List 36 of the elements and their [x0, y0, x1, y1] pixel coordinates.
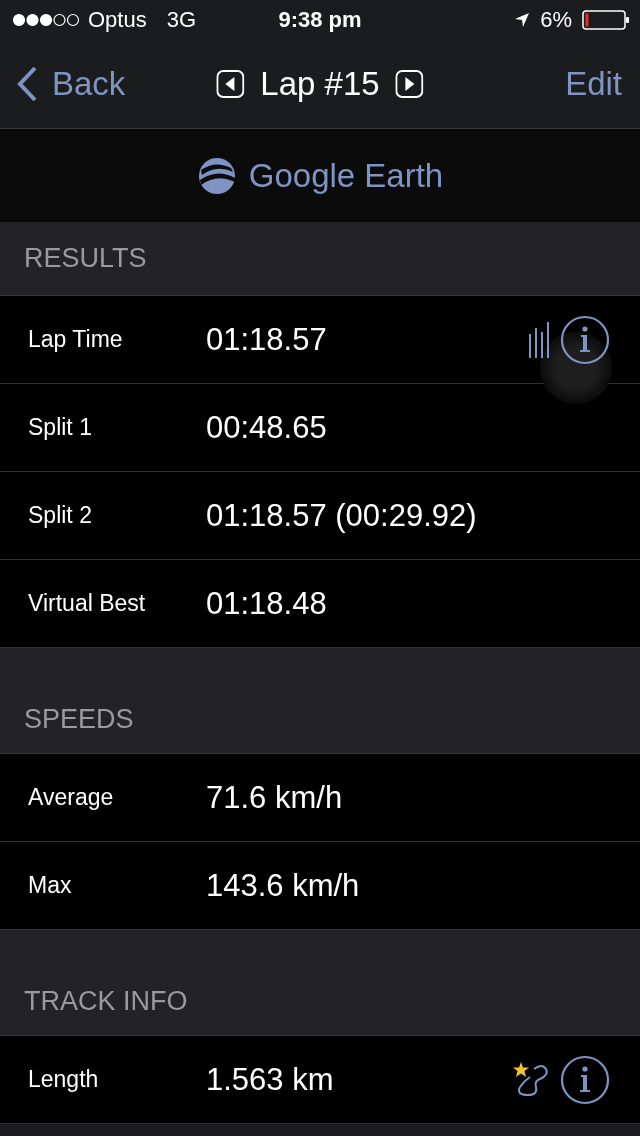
battery-icon [582, 10, 630, 30]
row-value: 143.6 km/h [206, 867, 360, 904]
battery-percent: 6% [540, 7, 572, 33]
info-icon[interactable] [560, 314, 610, 365]
section-header: TRACK INFO [24, 986, 188, 1017]
row-label: Length [27, 1066, 100, 1093]
edit-button[interactable]: Edit [565, 65, 624, 103]
row-label: Split 1 [27, 414, 93, 441]
signal-icon [12, 13, 82, 27]
row-label: Virtual Best [27, 590, 147, 617]
location-arrow-icon [514, 12, 531, 28]
globe-icon [196, 155, 237, 196]
nav-title: Lap #15 [260, 65, 380, 103]
section-header: SPEEDS [24, 704, 134, 735]
section-header: RESULTS [24, 243, 147, 274]
row-value: 01:18.57 (00:29.92) [206, 497, 477, 534]
back-chevron-icon [16, 65, 38, 103]
bar-chart-icon[interactable] [528, 321, 550, 358]
row-value: 71.6 km/h [206, 779, 343, 816]
row-label: Split 2 [27, 502, 93, 529]
carrier-name: Optus [88, 7, 147, 33]
info-icon[interactable] [560, 1054, 610, 1105]
row-label: Max [27, 872, 73, 899]
row-value: 00:48.65 [206, 409, 327, 446]
back-button[interactable]: Back [16, 65, 126, 103]
row-value: 1.563 km [206, 1061, 334, 1098]
row-label: Average [27, 784, 115, 811]
row-value: 01:18.48 [206, 585, 327, 622]
network-type: 3G [166, 7, 197, 33]
google-earth-link[interactable]: Google Earth [196, 155, 444, 196]
track-map-icon[interactable] [512, 1060, 550, 1099]
next-lap-button[interactable] [395, 70, 424, 98]
row-value: 01:18.57 [206, 321, 327, 358]
status-time: 9:38 pm [278, 7, 362, 33]
previous-lap-button[interactable] [216, 70, 245, 98]
row-label: Lap Time [27, 326, 124, 353]
